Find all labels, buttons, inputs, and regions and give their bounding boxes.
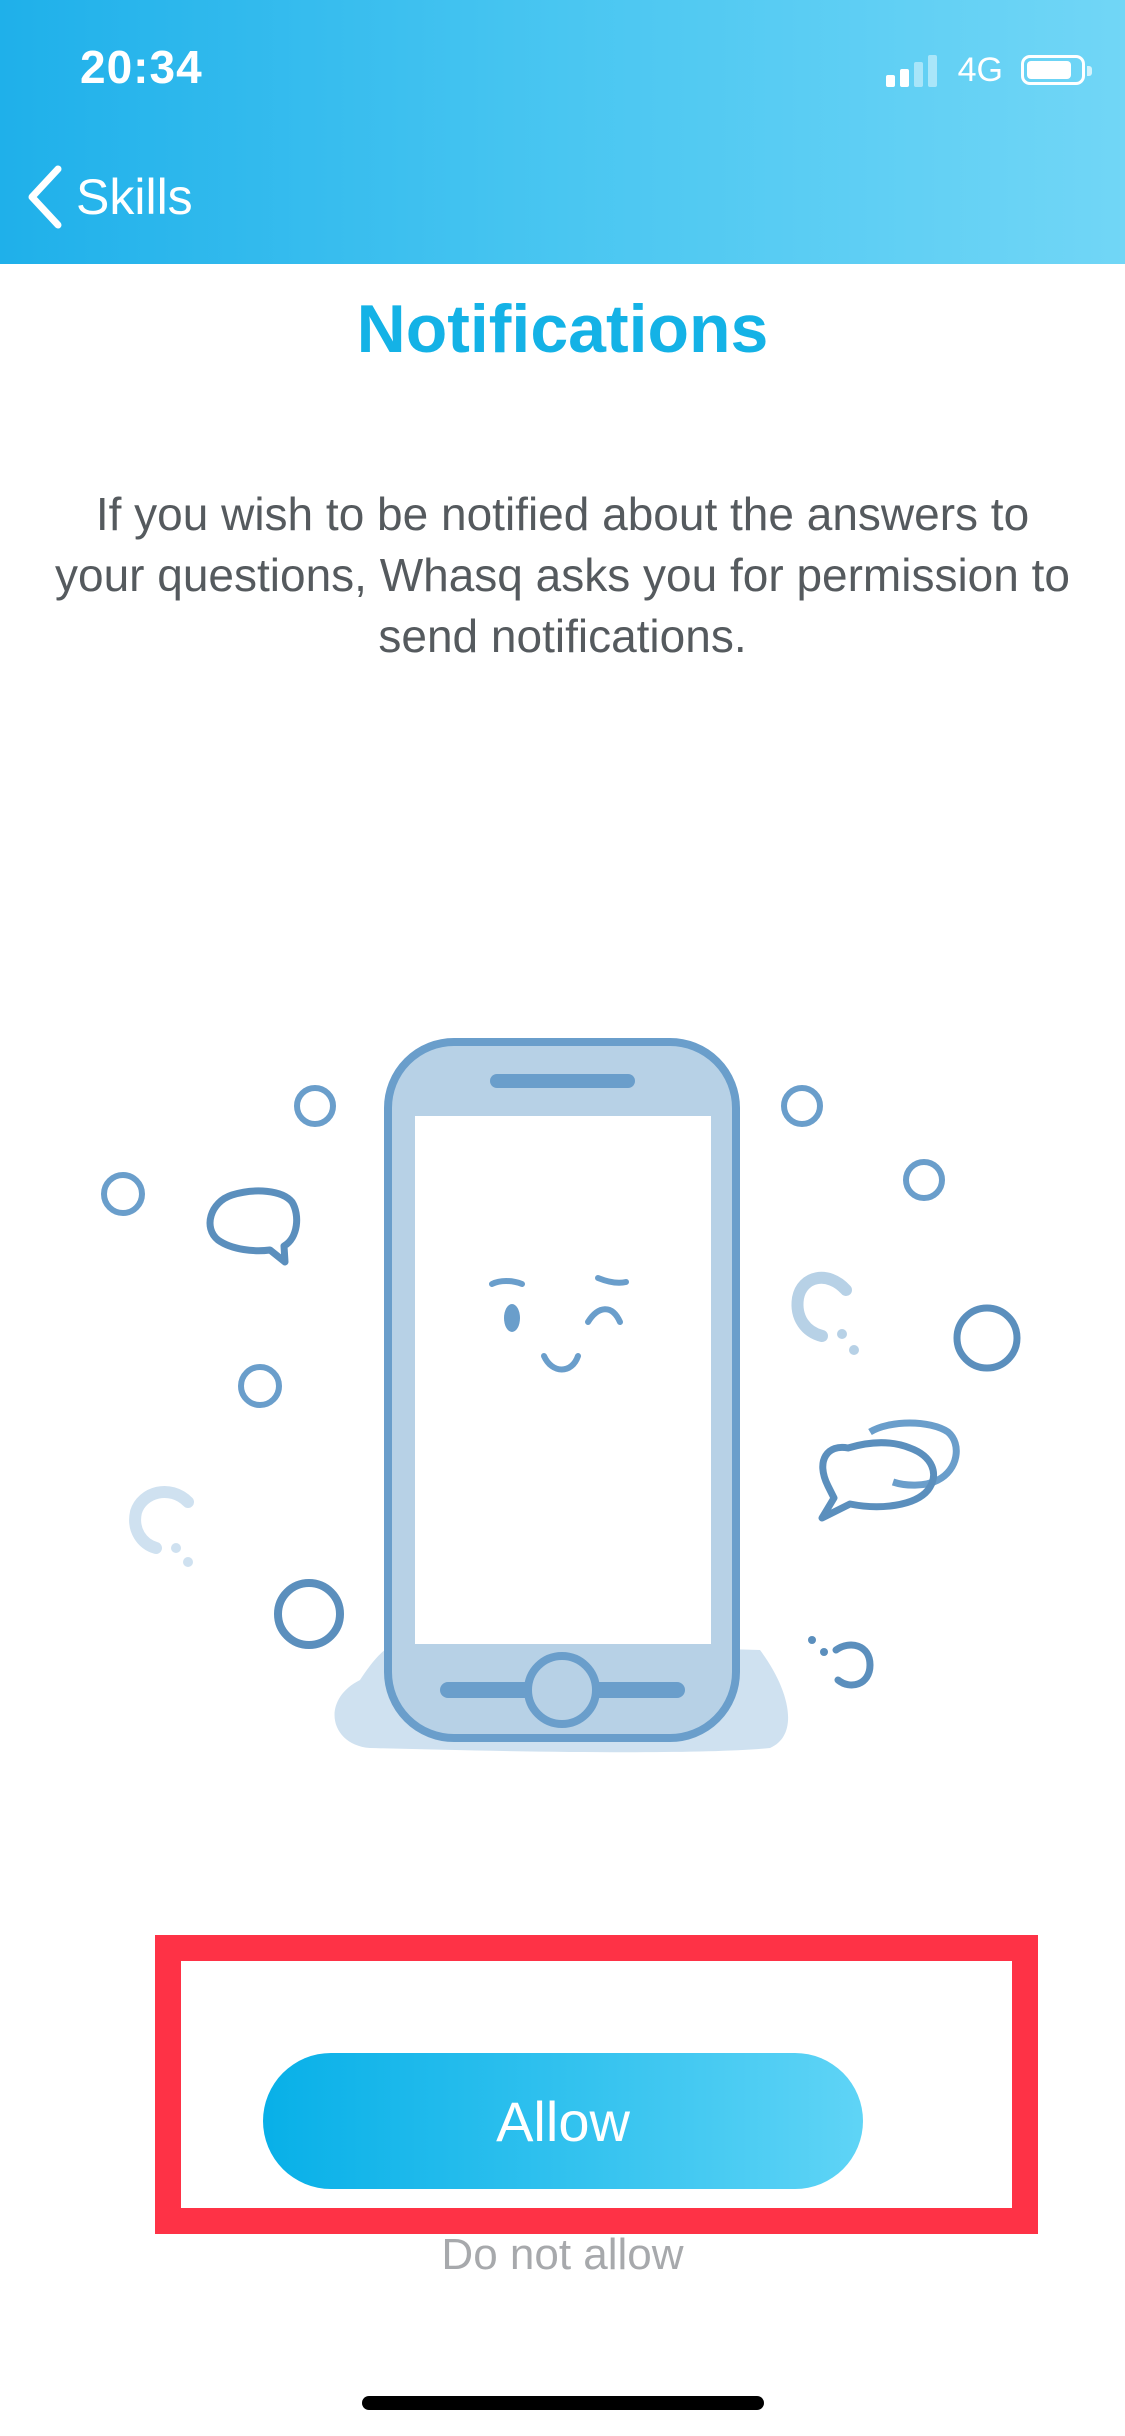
bubble-circle	[294, 1085, 336, 1127]
phone-illustration	[101, 1038, 1021, 1753]
bubble-circle	[953, 1304, 1021, 1372]
phone-home-button	[524, 1652, 600, 1728]
bubble-circle	[101, 1172, 145, 1216]
loading-arc-icon	[832, 1641, 874, 1689]
back-button-label: Skills	[76, 169, 193, 225]
loading-dot	[171, 1543, 181, 1553]
notifications-permission-screen: 20:34 4G Skills Notifications If you wis…	[0, 0, 1125, 2436]
page-title: Notifications	[356, 291, 769, 367]
loading-dot	[183, 1557, 193, 1567]
phone-screen	[415, 1116, 711, 1644]
face-left-brow	[489, 1278, 525, 1287]
loading-dot	[808, 1636, 816, 1644]
permission-description: If you wish to be notified about the ans…	[54, 488, 1070, 662]
loading-arc-icon	[129, 1486, 194, 1554]
header-bar: 20:34 4G Skills	[0, 0, 1125, 264]
bubble-circle	[274, 1579, 344, 1649]
phone-speaker	[490, 1074, 635, 1088]
loading-dot	[849, 1345, 859, 1355]
network-type: 4G	[957, 50, 1003, 89]
cellular-signal-icon	[885, 53, 942, 87]
chat-bubble-icon	[868, 1419, 960, 1489]
face-left-eye	[504, 1304, 520, 1332]
loading-dot	[837, 1329, 847, 1339]
loading-dot	[820, 1648, 828, 1656]
allow-button[interactable]: Allow	[263, 2053, 863, 2189]
chevron-left-icon	[28, 165, 62, 229]
status-time: 20:34	[80, 41, 203, 93]
do-not-allow-link[interactable]: Do not allow	[0, 2230, 1125, 2280]
bubble-circle	[781, 1085, 823, 1127]
battery-icon	[1021, 55, 1092, 85]
home-indicator[interactable]	[362, 2396, 764, 2410]
back-button[interactable]: Skills	[24, 160, 193, 234]
status-indicators: 4G	[885, 48, 1092, 92]
loading-arc-icon	[791, 1271, 852, 1342]
chat-bubble-icon	[206, 1187, 301, 1266]
chat-bubble-icon	[818, 1439, 937, 1522]
bubble-circle	[238, 1364, 282, 1408]
bubble-circle	[903, 1159, 945, 1201]
